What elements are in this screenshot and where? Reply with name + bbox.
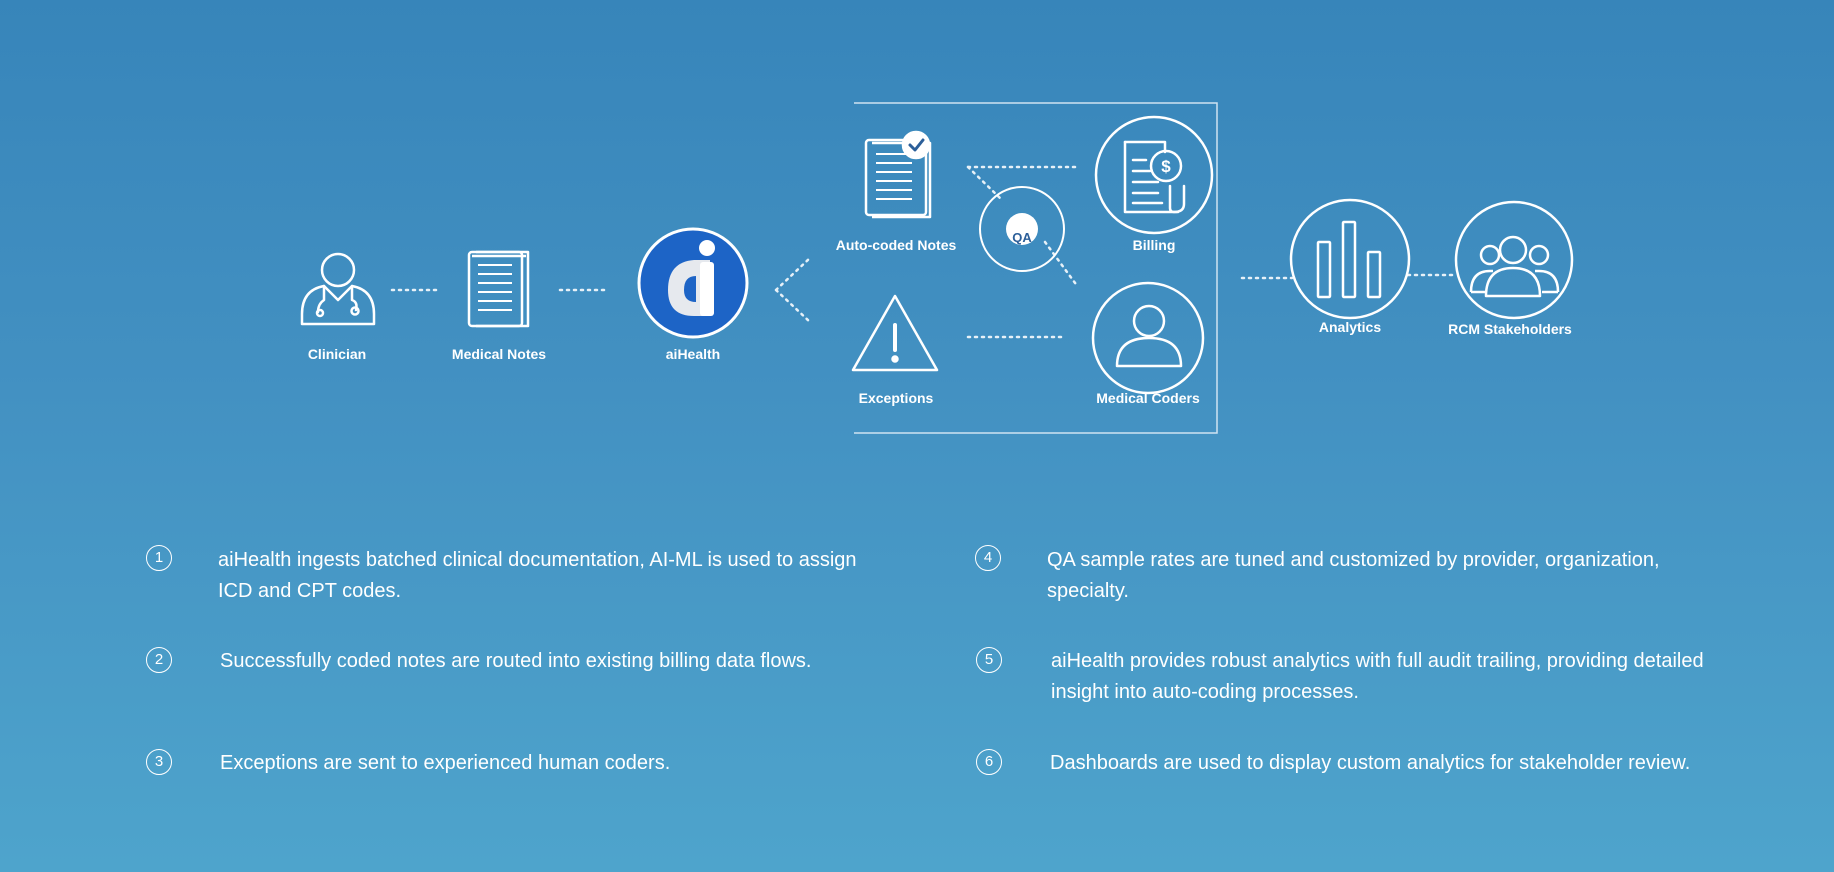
step-number: 1 (146, 545, 172, 571)
node-label-rcm-stakeholders: RCM Stakeholders (1448, 321, 1572, 337)
doctor-icon (300, 252, 376, 326)
aihealth-logo (637, 227, 749, 339)
person-icon (1091, 281, 1205, 395)
node-label-billing: Billing (1132, 237, 1176, 253)
step-number: 4 (975, 545, 1001, 571)
step-number: 2 (146, 647, 172, 673)
invoice-dollar-icon: $ (1094, 115, 1214, 235)
step-text: Dashboards are used to display custom an… (1050, 752, 1691, 774)
connector-aihealth-upper (774, 256, 812, 292)
node-label-aihealth: aiHealth (665, 346, 721, 362)
step-number: 6 (976, 749, 1002, 775)
node-label-auto-coded-notes: Auto-coded Notes (835, 237, 957, 253)
step-text: Successfully coded notes are routed into… (220, 650, 812, 672)
connector-qa-diagonal-a (966, 165, 1002, 200)
step-number: 3 (146, 749, 172, 775)
node-label-analytics: Analytics (1318, 319, 1382, 335)
group-icon (1454, 200, 1574, 320)
step-text: aiHealth ingests batched clinical docume… (218, 549, 857, 602)
step-text: Exceptions are sent to experienced human… (220, 752, 671, 774)
step-number: 5 (976, 647, 1002, 673)
node-label-medical-coders: Medical Coders (1096, 390, 1200, 406)
svg-text:$: $ (1161, 157, 1171, 176)
node-label-medical-notes: Medical Notes (451, 346, 547, 362)
connector-qa-diagonal-b (1043, 240, 1080, 289)
step-text: aiHealth provides robust analytics with … (1051, 650, 1704, 703)
document-stack-icon (467, 250, 530, 328)
warning-icon (851, 294, 939, 372)
bar-chart-icon (1289, 198, 1411, 320)
node-label-clinician: Clinician (307, 346, 367, 362)
node-label-exceptions: Exceptions (858, 390, 934, 406)
workflow-diagram: $ (300, 102, 1574, 434)
checked-document-icon (864, 130, 932, 219)
connector-aihealth-lower (774, 288, 812, 324)
qa-node (979, 186, 1065, 272)
step-text: QA sample rates are tuned and customized… (1047, 549, 1660, 602)
